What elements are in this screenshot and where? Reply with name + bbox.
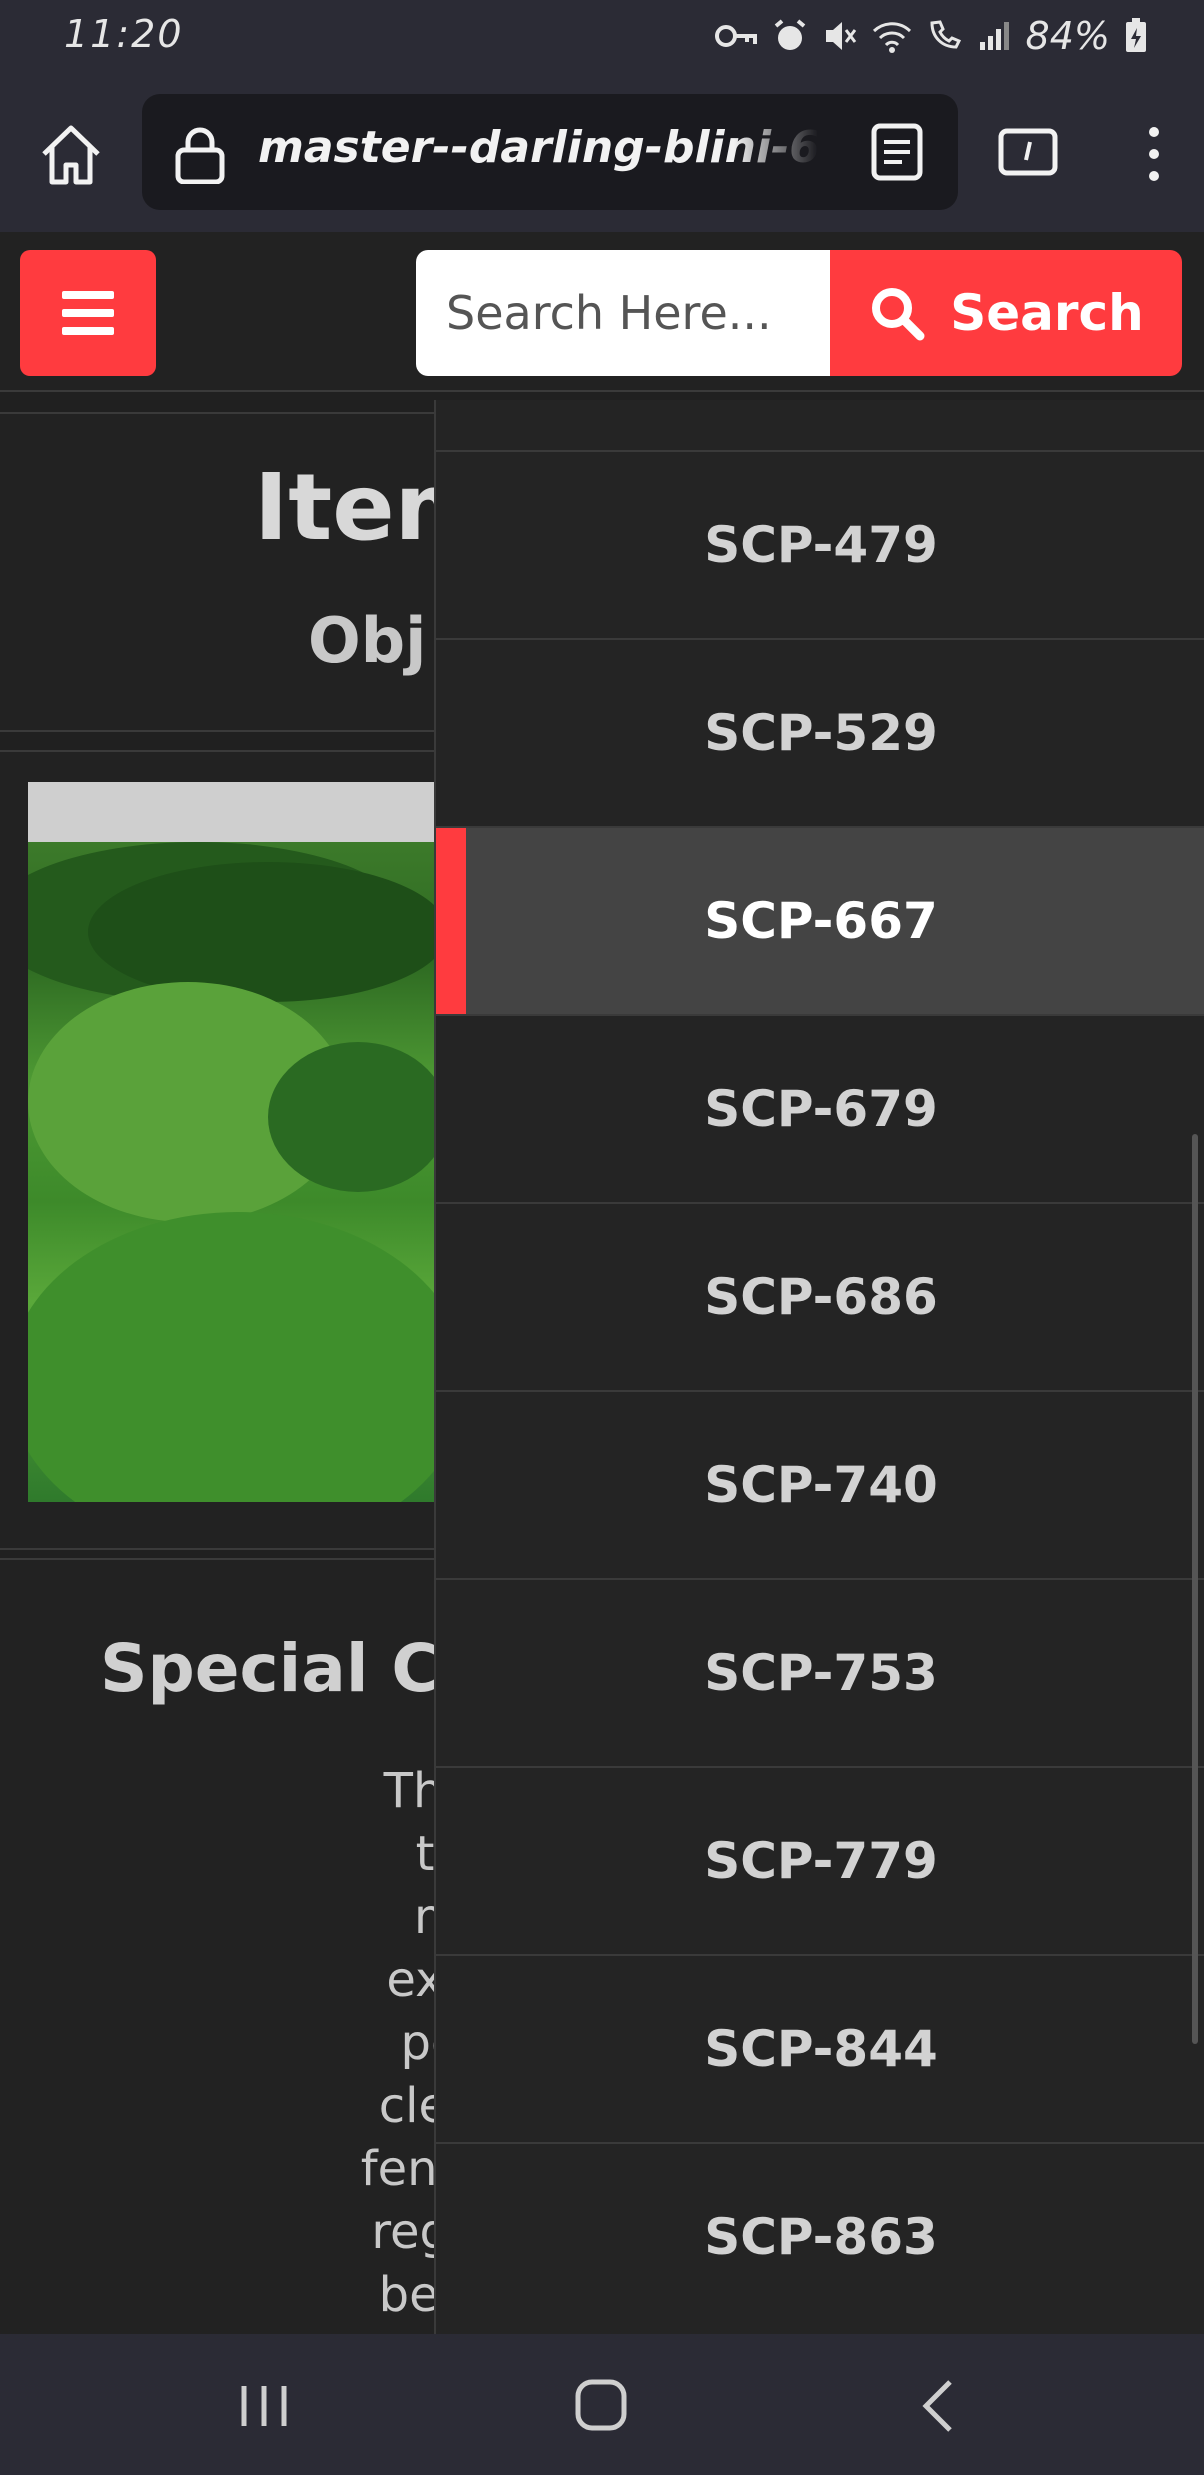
dropdown-scrollbar[interactable]: [1192, 1134, 1198, 2044]
mute-icon: [825, 22, 856, 50]
menu-item-scp-753[interactable]: SCP-753: [436, 1578, 1204, 1766]
reader-mode-icon[interactable]: [870, 122, 924, 182]
back-icon[interactable]: [920, 2378, 954, 2434]
site-header: Search: [0, 232, 1204, 392]
home-icon[interactable]: [574, 2378, 628, 2432]
status-icons: 84%: [714, 14, 1148, 58]
alarm-icon: [774, 19, 805, 50]
search-button-label: Search: [950, 284, 1144, 342]
menu-item-scp-844[interactable]: SCP-844: [436, 1954, 1204, 2142]
browser-toolbar: master--darling-blini-6eb: [0, 76, 1204, 232]
page-subtitle: Obj: [308, 604, 427, 677]
signal-icon: [979, 22, 1009, 50]
tabs-icon[interactable]: [998, 128, 1058, 176]
scp-dropdown-menu[interactable]: SCP-479 SCP-529 SCP-667 SCP-679 SCP-686 …: [434, 400, 1204, 2334]
wifi-calling-icon: [930, 20, 961, 49]
menu-icon-bar: [62, 327, 114, 335]
url-text[interactable]: master--darling-blini-6eb: [258, 122, 818, 182]
menu-item-scp-679[interactable]: SCP-679: [436, 1014, 1204, 1202]
menu-icon-bar: [62, 309, 114, 317]
key-icon: [714, 25, 757, 47]
status-time: 11:20: [64, 12, 184, 56]
search-icon: [872, 288, 925, 341]
more-vert-icon[interactable]: [1134, 124, 1174, 184]
menu-icon-bar: [62, 291, 114, 299]
search-button[interactable]: Search: [830, 250, 1182, 376]
menu-item-scp-479[interactable]: SCP-479: [436, 450, 1204, 638]
home-icon[interactable]: [36, 120, 106, 190]
hamburger-menu-button[interactable]: [20, 250, 156, 376]
menu-item-scp-863[interactable]: SCP-863: [436, 2142, 1204, 2330]
lock-icon: [175, 127, 225, 184]
recent-apps-icon[interactable]: [238, 2382, 290, 2430]
url-bar[interactable]: master--darling-blini-6eb: [142, 94, 958, 210]
menu-item-scp-686[interactable]: SCP-686: [436, 1202, 1204, 1390]
menu-item-scp-740[interactable]: SCP-740: [436, 1390, 1204, 1578]
battery-charging-icon: [1126, 18, 1146, 52]
status-bar: 11:20 84%: [0, 0, 1204, 76]
battery-level: 84%: [1025, 14, 1110, 58]
wifi-icon: [872, 22, 911, 53]
menu-item-scp-529[interactable]: SCP-529: [436, 638, 1204, 826]
search-input[interactable]: [416, 250, 836, 376]
menu-item-scp-667[interactable]: SCP-667: [436, 826, 1204, 1014]
system-nav-bar: [0, 2334, 1204, 2475]
menu-item-scp-779[interactable]: SCP-779: [436, 1766, 1204, 1954]
